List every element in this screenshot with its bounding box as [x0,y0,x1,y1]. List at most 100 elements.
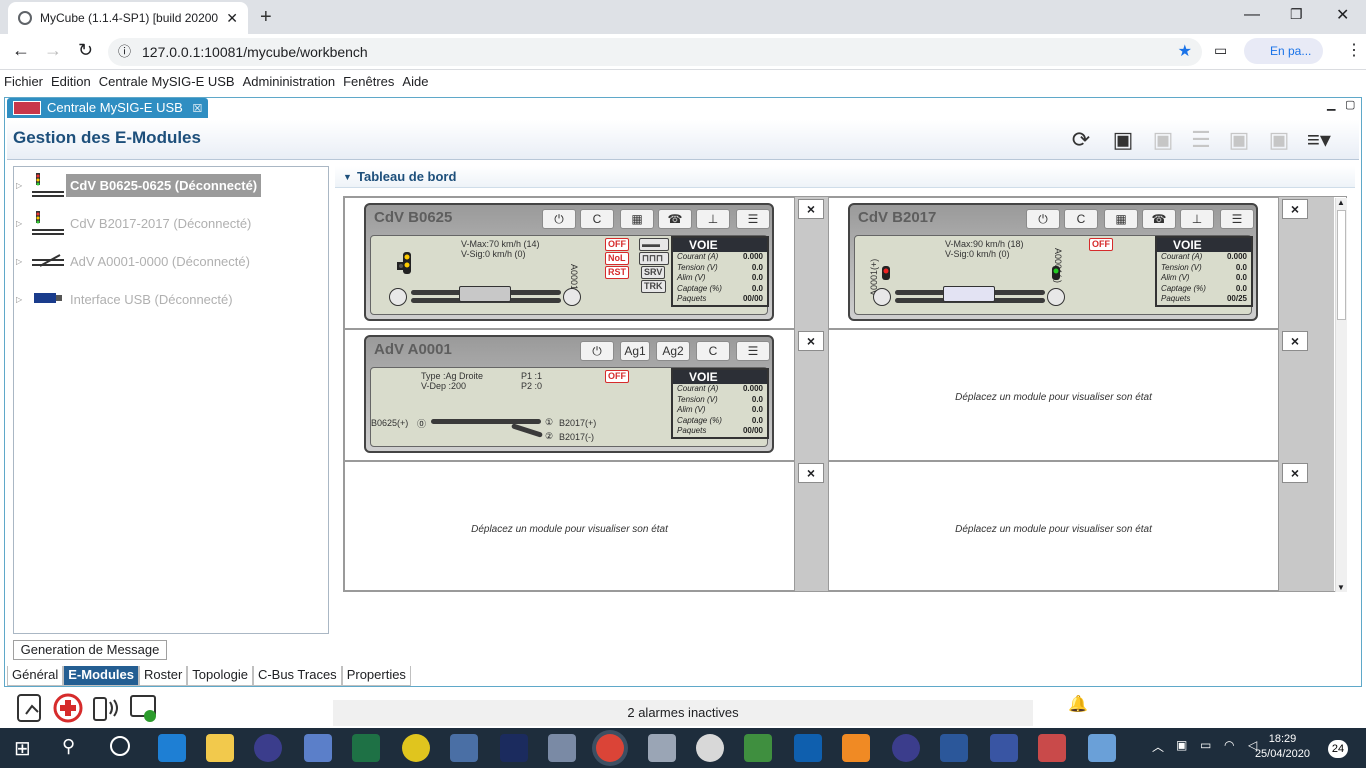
tab-cbus-traces[interactable]: C-Bus Traces [252,666,342,686]
c-button[interactable]: C [1064,209,1098,229]
windows-start-icon[interactable]: ⊞ [14,736,31,761]
eclipse-icon[interactable] [254,734,282,762]
tray-chevron-icon[interactable]: ︿ [1152,738,1164,755]
task-view-icon[interactable] [110,736,130,756]
menu-button[interactable]: ☰ [736,209,770,229]
track-icon-button[interactable]: ⊥ [1180,209,1214,229]
slot-close-button[interactable]: × [1282,331,1308,351]
pdf-icon[interactable] [842,734,870,762]
menu-fenetres[interactable]: Fenêtres [339,71,398,93]
ag2-button[interactable]: Ag2 [656,341,690,361]
eclipse2-icon[interactable] [892,734,920,762]
alarm-bell-icon[interactable]: 🔔 [1068,694,1088,714]
expand-icon[interactable]: ▷ [16,181,28,190]
panel-maximize-icon[interactable]: ▢ [1345,98,1355,111]
scroll-up-icon[interactable]: ▲ [1337,198,1345,207]
browser-tab[interactable]: MyCube (1.1.4-SP1) [build 20200 ✕ [8,2,248,34]
tab-close-icon[interactable]: ✕ [226,10,238,27]
expand-icon[interactable]: ▷ [16,257,28,266]
refresh-icon[interactable]: ⟳ [1065,124,1097,156]
c-button[interactable]: C [580,209,614,229]
touch-screen-icon[interactable] [14,692,46,724]
visio-icon[interactable] [990,734,1018,762]
virtualbox-icon[interactable] [304,734,332,762]
menu-aide[interactable]: Aide [398,71,432,93]
compass-icon[interactable] [696,734,724,762]
menu-fichier[interactable]: Fichier [0,71,47,93]
tray-wifi-icon[interactable]: ◠ [1224,738,1234,752]
tree-node-cdv-b2017[interactable]: ▷ CdV B2017-2017 (Déconnecté) [16,205,255,241]
main-menu-icon[interactable]: ≡▾ [1303,124,1335,156]
app-tab-centrale[interactable]: Centrale MySIG-E USB ☒ [7,98,209,118]
profile-button[interactable]: En pa... [1244,38,1324,64]
slot-close-button[interactable]: × [1282,463,1308,483]
menu-button[interactable]: ☰ [736,341,770,361]
edge-icon[interactable] [158,734,186,762]
monitor-icon[interactable] [648,734,676,762]
browser-menu-icon[interactable]: ⋮ [1346,40,1362,60]
tab-e-modules[interactable]: E-Modules [63,666,139,686]
scroll-down-icon[interactable]: ▼ [1337,583,1345,592]
t-app-icon[interactable] [402,734,430,762]
outlook-icon[interactable] [794,734,822,762]
tab-roster[interactable]: Roster [138,666,188,686]
network-icon[interactable] [450,734,478,762]
generation-message-button[interactable]: Generation de Message [13,640,167,660]
ag1-button[interactable]: Ag1 [620,341,650,361]
menu-centrale[interactable]: Centrale MySIG-E USB [95,71,239,93]
panel-minimize-icon[interactable]: ▁ [1327,98,1335,111]
app-tab-close-icon[interactable]: ☒ [192,103,202,115]
slot-close-button[interactable]: × [798,331,824,351]
dashboard-scrollbar[interactable]: ▲ ▼ [1335,198,1347,592]
c-button[interactable]: C [696,341,730,361]
power-button[interactable]: ⏻ [542,209,576,229]
photoshop-icon[interactable] [500,734,528,762]
tools-icon[interactable] [548,734,576,762]
tab-topologie[interactable]: Topologie [187,666,253,686]
new-tab-button[interactable]: + [260,6,272,29]
collapse-triangle-icon[interactable]: ▼ [343,166,352,188]
menu-edition[interactable]: Edition [47,71,95,93]
centrale-power-icon[interactable] [128,692,160,724]
slot-close-button[interactable]: × [798,463,824,483]
tree-node-adv-a0001[interactable]: ▷ AdV A0001-0000 (Déconnecté) [16,243,254,279]
bookmark-star-icon[interactable]: ★ [1178,38,1192,66]
clock[interactable]: 18:29 25/04/2020 [1255,732,1310,762]
maximize-button[interactable]: ❐ [1290,6,1303,23]
module-start-icon[interactable]: ▣ [1107,124,1139,156]
menu-administration[interactable]: Admininistration [239,71,340,93]
track-icon-button[interactable]: ⊥ [696,209,730,229]
signal-icon-button[interactable]: ☎ [1142,209,1176,229]
power-button[interactable]: ⏻ [1026,209,1060,229]
tree-node-usb-interface[interactable]: ▷ Interface USB (Déconnecté) [16,281,237,317]
forward-button[interactable]: → [44,40,62,61]
window-close-button[interactable]: ✕ [1336,5,1349,25]
tray-network-icon[interactable]: ▣ [1176,738,1187,752]
url-field[interactable]: ⓘ 127.0.0.1:10081/mycube/workbench ★ [108,38,1202,66]
signal-icon-button[interactable]: ☎ [658,209,692,229]
excel-icon[interactable] [352,734,380,762]
block-icon-button[interactable]: ▦ [620,209,654,229]
tree-node-cdv-b0625[interactable]: ▷ CdV B0625-0625 (Déconnecté) [16,167,262,203]
expand-icon[interactable]: ▷ [16,295,28,304]
word-icon[interactable] [940,734,968,762]
block-icon-button[interactable]: ▦ [1104,209,1138,229]
back-button[interactable]: ← [12,40,30,61]
palette-icon[interactable] [1088,734,1116,762]
tab-properties[interactable]: Properties [341,666,411,686]
scroll-thumb[interactable] [1337,210,1346,320]
info-icon[interactable]: ⓘ [118,38,131,66]
paint-icon[interactable] [1038,734,1066,762]
chrome-icon[interactable] [596,734,624,762]
chart-app-icon[interactable] [744,734,772,762]
slot-close-button[interactable]: × [798,199,824,219]
tray-battery-icon[interactable]: ▭ [1200,738,1211,752]
cast-icon[interactable]: ▭ [1214,42,1227,59]
reload-button[interactable]: ↻ [78,40,93,61]
minimize-button[interactable]: — [1244,6,1260,24]
notification-badge[interactable]: 24 [1328,740,1348,758]
explorer-icon[interactable] [206,734,234,762]
tab-general[interactable]: Général [7,666,64,686]
expand-icon[interactable]: ▷ [16,219,28,228]
menu-button[interactable]: ☰ [1220,209,1254,229]
